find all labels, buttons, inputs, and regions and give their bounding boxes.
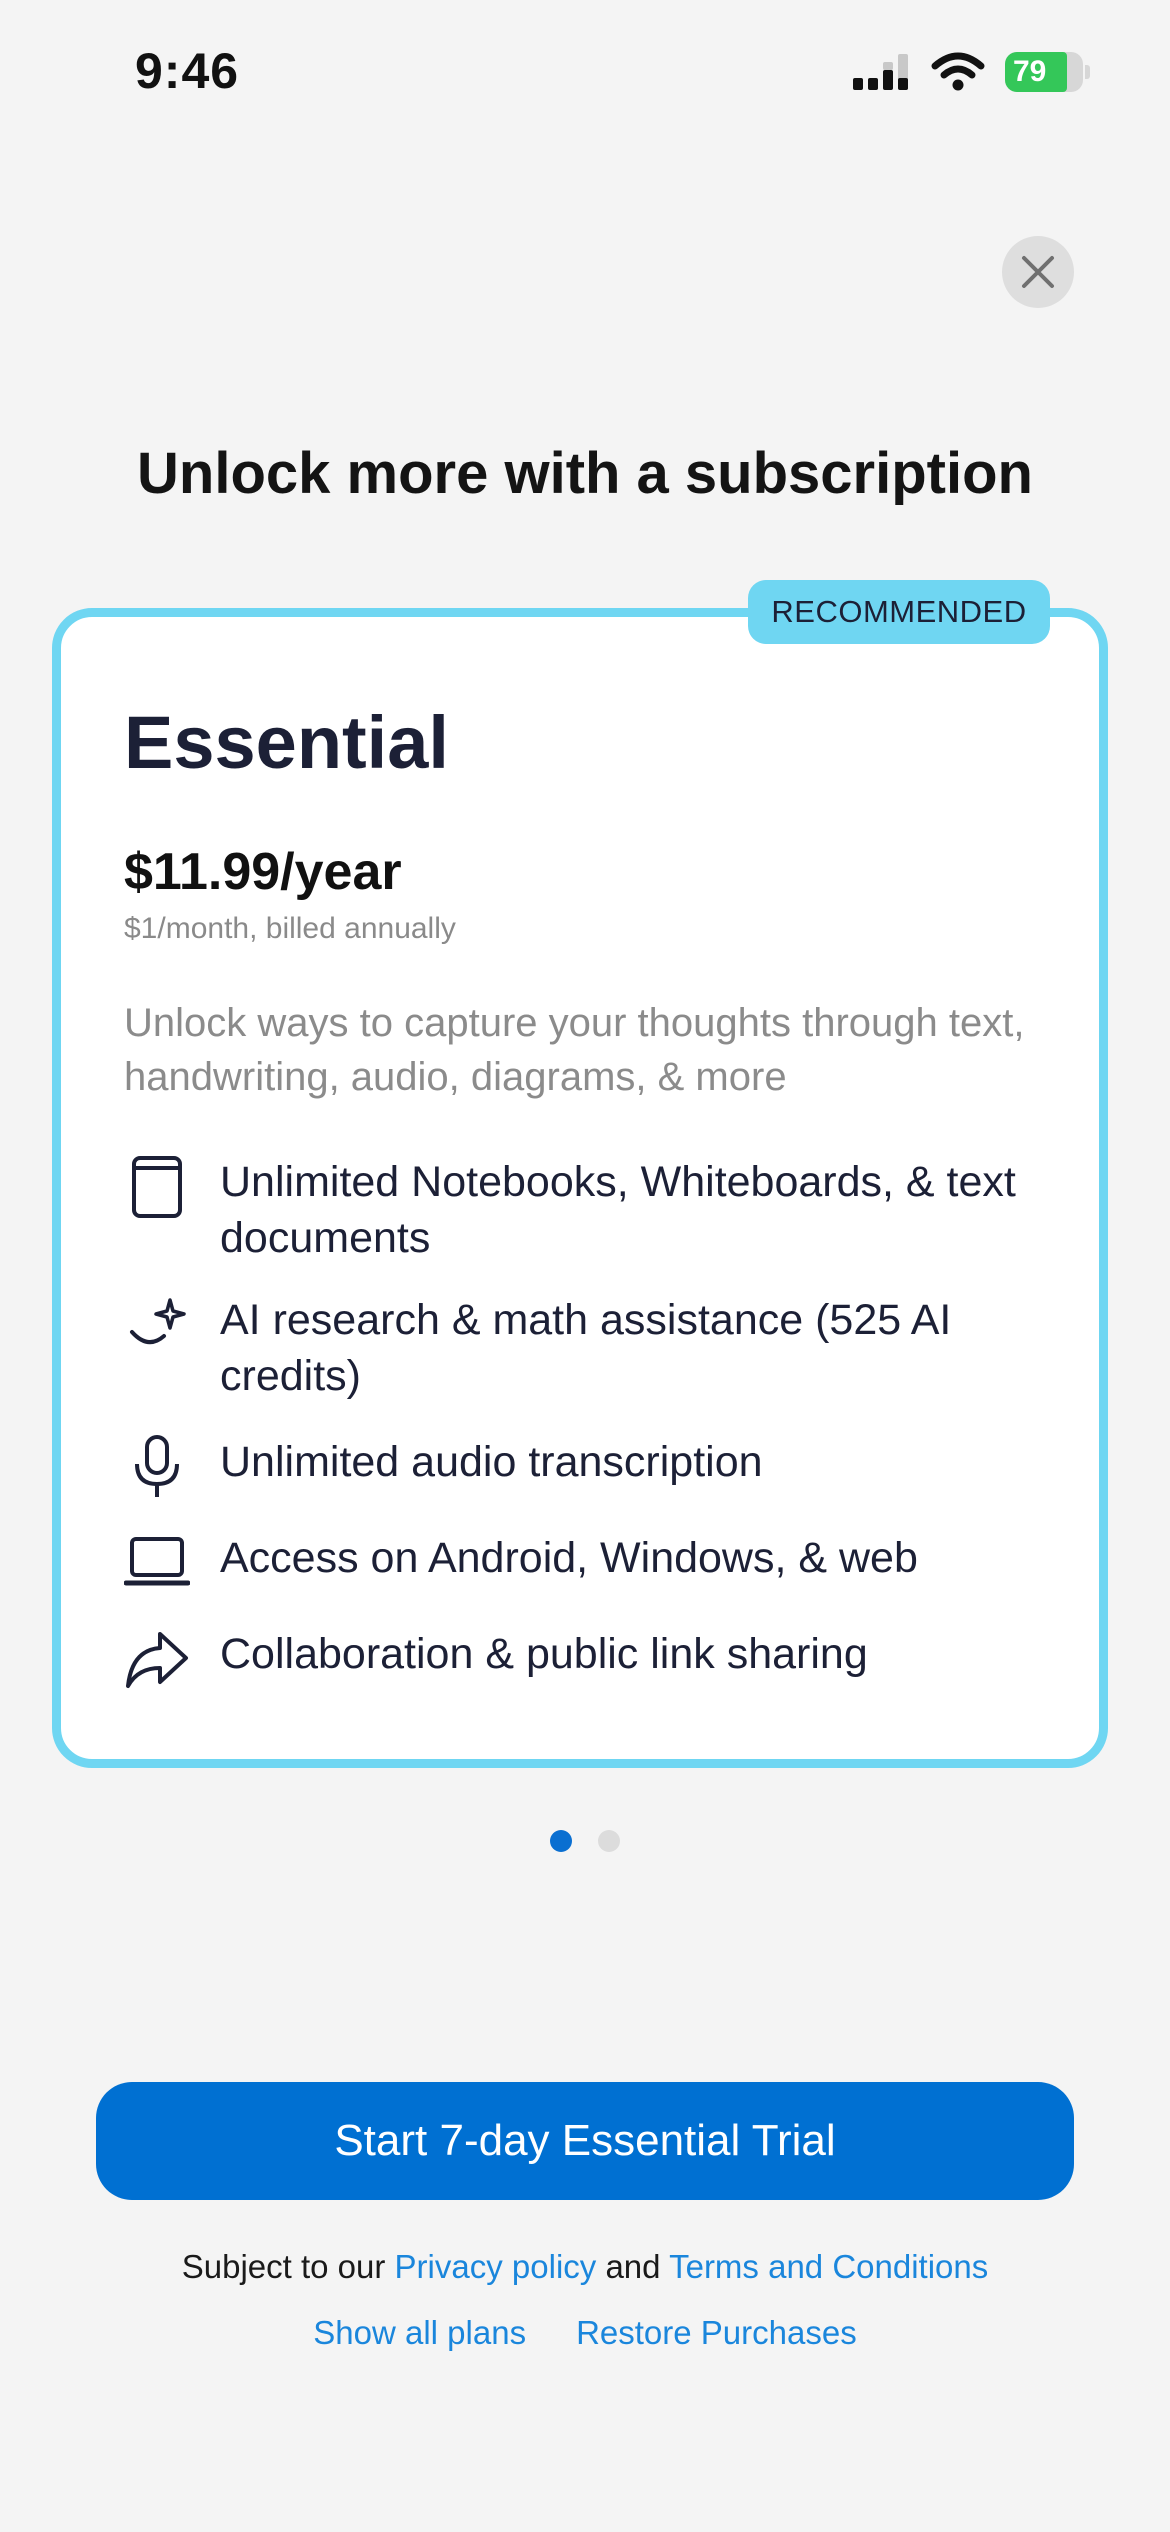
laptop-icon (124, 1530, 190, 1596)
share-arrow-icon (124, 1626, 190, 1692)
feature-item: Access on Android, Windows, & web (124, 1530, 1044, 1596)
plan-name: Essential (124, 701, 449, 784)
page-dot-active[interactable] (550, 1830, 572, 1852)
cellular-signal-icon (853, 54, 908, 90)
feature-text: Unlimited audio transcription (220, 1438, 763, 1486)
privacy-policy-link[interactable]: Privacy policy (395, 2248, 597, 2285)
recommended-badge: RECOMMENDED (748, 580, 1050, 644)
legal-and: and (605, 2248, 661, 2285)
feature-text: Unlimited Notebooks, Whiteboards, & text… (220, 1158, 1016, 1262)
legal-prefix: Subject to our (181, 2248, 386, 2285)
status-time: 9:46 (135, 43, 240, 99)
feature-item: Unlimited Notebooks, Whiteboards, & text… (124, 1154, 1044, 1266)
feature-item: AI research & math assistance (525 AI cr… (124, 1292, 1044, 1404)
plan-description: Unlock ways to capture your thoughts thr… (124, 1001, 1025, 1099)
wifi-icon (931, 52, 985, 91)
feature-text: Access on Android, Windows, & web (220, 1534, 918, 1582)
status-icons: 79 (853, 52, 1090, 92)
notebook-icon (124, 1154, 190, 1220)
ai-sparkle-icon (124, 1292, 190, 1358)
page-indicator (0, 1830, 1170, 1852)
plan-price-note: $1/month, billed annually (124, 912, 456, 945)
legal-text: Subject to our Privacy policy and Terms … (0, 2248, 1170, 2286)
battery-icon: 79 (1005, 52, 1083, 92)
plan-price: $11.99/year (124, 843, 402, 901)
close-button[interactable] (1002, 236, 1074, 308)
close-icon (1022, 256, 1054, 288)
feature-item: Collaboration & public link sharing (124, 1626, 1044, 1692)
feature-text: AI research & math assistance (525 AI cr… (220, 1296, 952, 1400)
page-dot[interactable] (598, 1830, 620, 1852)
feature-text: Collaboration & public link sharing (220, 1630, 868, 1678)
battery-percent: 79 (1013, 55, 1047, 88)
restore-purchases-link[interactable]: Restore Purchases (576, 2314, 857, 2352)
page-title: Unlock more with a subscription (137, 441, 1033, 506)
bottom-links: Show all plans Restore Purchases (0, 2314, 1170, 2352)
microphone-icon (124, 1434, 190, 1500)
feature-item: Unlimited audio transcription (124, 1434, 1044, 1500)
start-trial-button[interactable]: Start 7-day Essential Trial (96, 2082, 1074, 2200)
terms-link[interactable]: Terms and Conditions (669, 2248, 988, 2285)
show-all-plans-link[interactable]: Show all plans (313, 2314, 526, 2352)
